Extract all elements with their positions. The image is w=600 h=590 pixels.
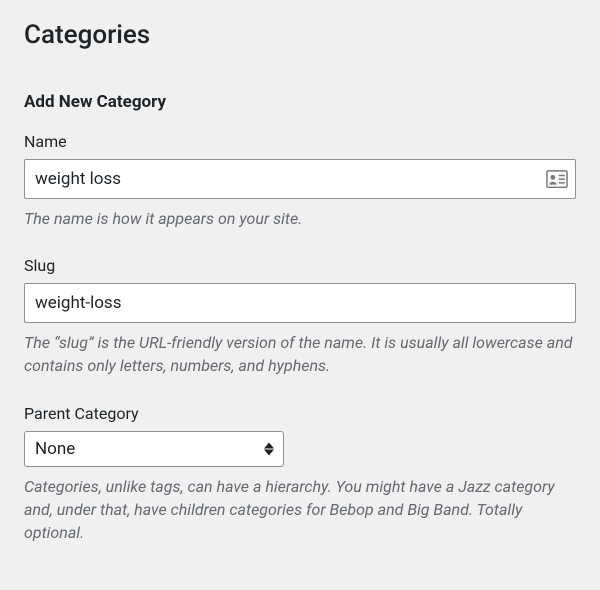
- parent-label: Parent Category: [24, 404, 576, 423]
- parent-category-select[interactable]: None: [24, 431, 284, 467]
- add-category-heading: Add New Category: [24, 92, 576, 112]
- name-help-text: The name is how it appears on your site.: [24, 207, 576, 230]
- name-input-wrapper: [24, 159, 576, 199]
- slug-input[interactable]: [24, 283, 576, 323]
- parent-field-group: Parent Category None Categories, unlike …: [24, 404, 576, 545]
- parent-help-text: Categories, unlike tags, can have a hier…: [24, 475, 576, 545]
- slug-field-group: Slug The “slug” is the URL-friendly vers…: [24, 256, 576, 377]
- page-title: Categories: [24, 20, 576, 50]
- slug-help-text: The “slug” is the URL-friendly version o…: [24, 331, 576, 377]
- parent-select-wrapper: None: [24, 431, 284, 467]
- slug-label: Slug: [24, 256, 576, 275]
- name-label: Name: [24, 132, 576, 151]
- slug-input-wrapper: [24, 283, 576, 323]
- name-input[interactable]: [24, 159, 576, 199]
- name-field-group: Name The name is how it appears on your …: [24, 132, 576, 230]
